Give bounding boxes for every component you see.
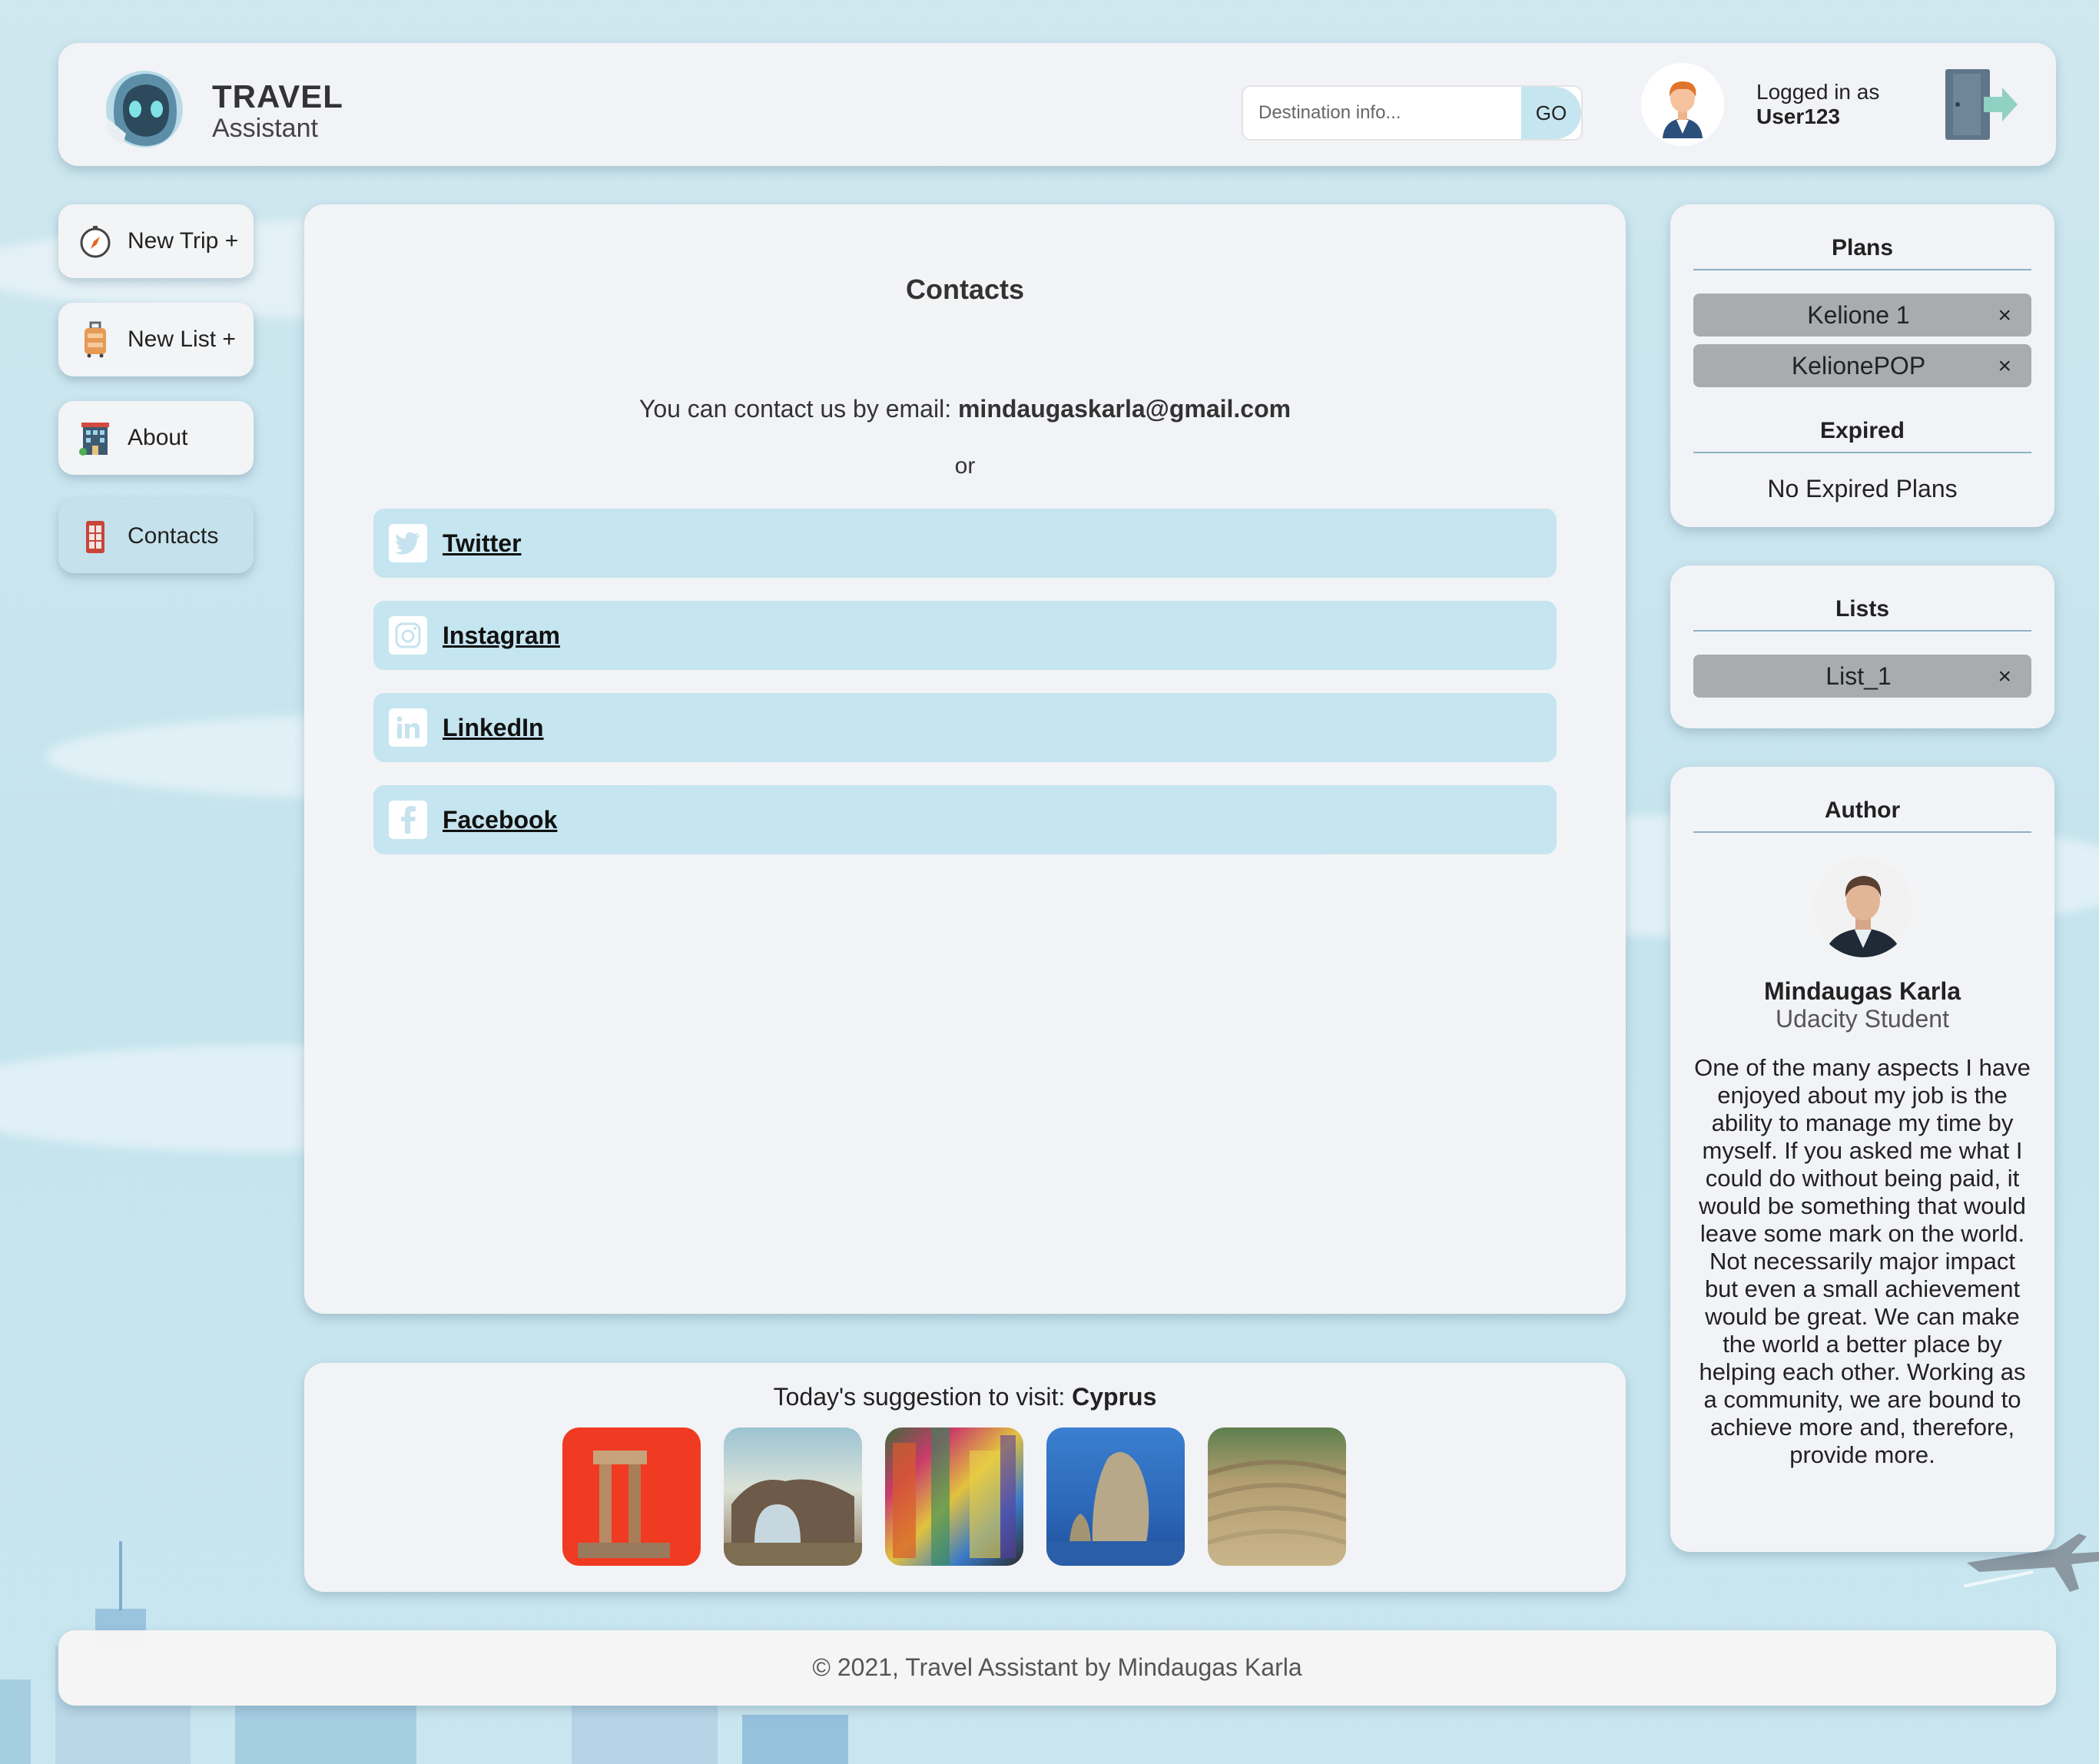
twitter-label: Twitter xyxy=(443,529,522,557)
contacts-panel: Contacts You can contact us by email: mi… xyxy=(304,204,1626,1314)
instagram-link[interactable]: Instagram xyxy=(373,601,1557,670)
nav-label: About xyxy=(128,425,188,450)
nav-new-trip-button[interactable]: New Trip + xyxy=(58,204,254,278)
remove-plan-button[interactable]: × xyxy=(1998,303,2011,329)
skyline-antenna xyxy=(119,1541,122,1610)
destination-search: GO xyxy=(1242,85,1583,141)
twitter-link[interactable]: Twitter xyxy=(373,509,1557,578)
skyline-building xyxy=(0,1679,31,1764)
author-name: Mindaugas Karla xyxy=(1763,977,1961,1005)
nav-label: New List + xyxy=(128,327,236,352)
nav-new-list-button[interactable]: New List + xyxy=(58,303,254,376)
suggestion-prefix: Today's suggestion to visit: xyxy=(773,1383,1066,1411)
logout-door-icon[interactable] xyxy=(1942,66,2019,143)
suggestion-photo-sea-rock[interactable] xyxy=(1046,1427,1185,1566)
building-icon xyxy=(78,419,112,456)
plan-item[interactable]: KelionePOP × xyxy=(1693,344,2031,387)
nav-label: New Trip + xyxy=(128,228,239,254)
suggestion-photo-stone-arch[interactable] xyxy=(724,1427,862,1566)
author-bio: One of the many aspects I have enjoyed a… xyxy=(1694,1054,2031,1468)
remove-list-button[interactable]: × xyxy=(1998,664,2011,690)
logged-in-username: User123 xyxy=(1756,104,1840,128)
list-item-label: List_1 xyxy=(1825,662,1892,690)
facebook-label: Facebook xyxy=(443,805,558,834)
nav-contacts-button[interactable]: Contacts xyxy=(58,499,254,573)
twitter-icon xyxy=(389,524,427,562)
remove-plan-button[interactable]: × xyxy=(1998,353,2011,380)
author-role: Udacity Student xyxy=(1776,1005,1949,1033)
lists-divider xyxy=(1693,630,2031,632)
suggestion-photo-ruins-column[interactable] xyxy=(562,1427,701,1566)
header-bar: TRAVEL Assistant GO Logged in as User123 xyxy=(58,43,2056,166)
linkedin-label: LinkedIn xyxy=(443,713,544,741)
skyline-building xyxy=(235,1706,416,1764)
suggestion-panel: Today's suggestion to visit: Cyprus xyxy=(304,1363,1626,1592)
plan-item-label: KelionePOP xyxy=(1791,352,1926,380)
email-address: mindaugaskarla@gmail.com xyxy=(957,395,1292,423)
or-separator: or xyxy=(954,453,976,479)
user-avatar-icon xyxy=(1641,63,1724,146)
facebook-icon xyxy=(389,801,427,839)
lists-title: Lists xyxy=(1835,596,1890,622)
expired-title: Expired xyxy=(1819,418,1905,443)
author-title: Author xyxy=(1824,797,1901,823)
brand-title: TRAVEL xyxy=(212,78,343,114)
suggestion-place: Cyprus xyxy=(1072,1383,1157,1411)
nav-about-button[interactable]: About xyxy=(58,401,254,475)
skyline-building xyxy=(572,1704,718,1764)
page-title: Contacts xyxy=(905,274,1025,305)
instagram-icon xyxy=(389,616,427,655)
facebook-link[interactable]: Facebook xyxy=(373,785,1557,854)
lists-panel: Lists List_1 × xyxy=(1670,565,2054,728)
author-photo xyxy=(1813,857,1913,957)
suggestion-photo-amphitheater[interactable] xyxy=(1208,1427,1346,1566)
compass-icon xyxy=(78,223,112,260)
suggestion-title: Today's suggestion to visit: Cyprus xyxy=(304,1383,1626,1411)
no-expired-plans-text: No Expired Plans xyxy=(1767,475,1958,502)
email-line: You can contact us by email: mindaugaska… xyxy=(304,395,1626,423)
logged-in-label: Logged in as xyxy=(1756,80,1880,104)
linkedin-link[interactable]: LinkedIn xyxy=(373,693,1557,762)
author-divider xyxy=(1693,831,2031,833)
instagram-label: Instagram xyxy=(443,621,560,649)
suggestion-photo-street-art[interactable] xyxy=(885,1427,1023,1566)
skyline-building xyxy=(742,1715,848,1764)
robot-logo-icon xyxy=(106,71,183,148)
footer-copyright: © 2021, Travel Assistant by Mindaugas Ka… xyxy=(812,1653,1302,1681)
destination-search-input[interactable] xyxy=(1257,87,1514,139)
plan-item-label: Kelione 1 xyxy=(1807,301,1910,329)
list-item[interactable]: List_1 × xyxy=(1693,655,2031,698)
go-button[interactable]: GO xyxy=(1521,87,1581,139)
footer-bar: © 2021, Travel Assistant by Mindaugas Ka… xyxy=(58,1630,2056,1706)
plan-item[interactable]: Kelione 1 × xyxy=(1693,293,2031,337)
plans-panel: Plans Kelione 1 × KelionePOP × Expired N… xyxy=(1670,204,2054,527)
linkedin-icon xyxy=(389,708,427,747)
luggage-icon xyxy=(78,321,112,358)
brand-subtitle: Assistant xyxy=(212,114,318,143)
email-prefix: You can contact us by email: xyxy=(638,395,952,423)
plans-title: Plans xyxy=(1831,235,1894,260)
author-panel: Author Mindaugas Karla Udacity Student O… xyxy=(1670,767,2054,1552)
plans-divider xyxy=(1693,269,2031,270)
nav-label: Contacts xyxy=(128,523,219,549)
phone-booth-icon xyxy=(78,518,112,555)
expired-divider xyxy=(1693,452,2031,453)
